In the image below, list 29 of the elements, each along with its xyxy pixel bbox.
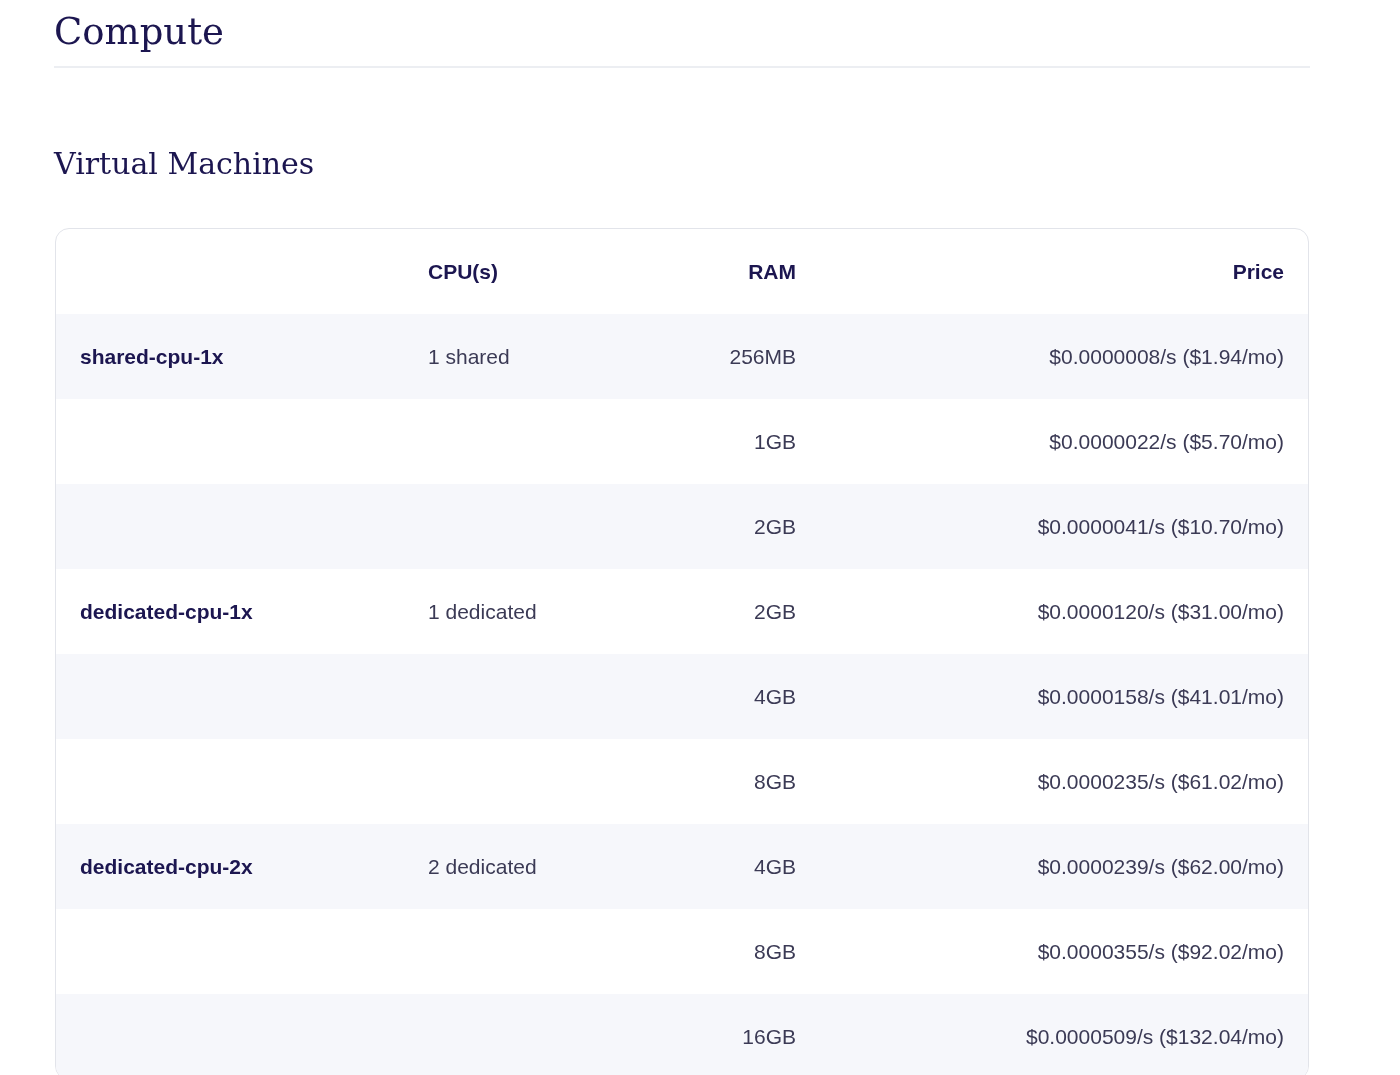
page-title: Compute: [54, 9, 225, 55]
column-header: Price: [1231, 259, 1284, 284]
table-cell-text: 8GB: [752, 769, 796, 794]
table-cell-text: $0.0000041/s ($10.70/mo): [1036, 514, 1284, 539]
table-cell-text: $0.0000239/s ($62.00/mo): [1036, 854, 1284, 879]
column-header: RAM: [747, 259, 796, 284]
table-cell-text: 1 shared: [428, 344, 511, 369]
table-cell-text: shared-cpu-1x: [80, 344, 225, 369]
table-cell-text: 4GB: [752, 854, 796, 879]
table-cell-text: $0.0000509/s ($132.04/mo): [1024, 1024, 1284, 1049]
table-cell-text: 16GB: [741, 1024, 796, 1049]
table-cell-text: 2 dedicated: [428, 854, 538, 879]
table-cell-text: dedicated-cpu-2x: [80, 854, 254, 879]
table-cell-text: 256MB: [728, 344, 796, 369]
table-cell-text: $0.0000158/s ($41.01/mo): [1036, 684, 1284, 709]
table-cell-text: $0.0000022/s ($5.70/mo): [1048, 429, 1284, 454]
table-cell-text: 4GB: [752, 684, 796, 709]
table-cell-text: dedicated-cpu-1x: [80, 599, 254, 624]
section-title: Virtual Machines: [54, 145, 316, 183]
table-cell-text: $0.0000355/s ($92.02/mo): [1036, 939, 1284, 964]
table-cell-text: $0.0000120/s ($31.00/mo): [1036, 599, 1284, 624]
table-cell-text: 1 dedicated: [428, 599, 538, 624]
table-cell-text: $0.0000008/s ($1.94/mo): [1048, 344, 1284, 369]
table-cell-text: 1GB: [752, 429, 796, 454]
table-cell-text: $0.0000235/s ($61.02/mo): [1036, 769, 1284, 794]
table-cell-text: 2GB: [752, 599, 796, 624]
table-cell-text: 8GB: [752, 939, 796, 964]
column-header: CPU(s): [428, 259, 499, 284]
table-cell-text: 2GB: [752, 514, 796, 539]
